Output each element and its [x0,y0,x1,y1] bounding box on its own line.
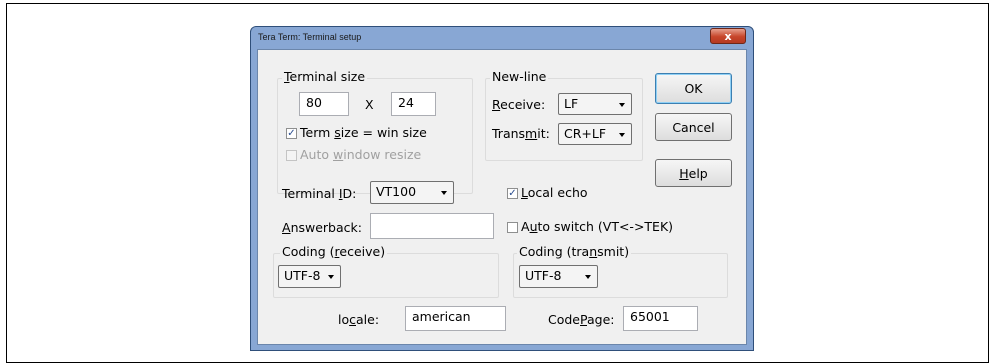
local-echo-checkbox[interactable]: ✓ [507,188,518,199]
dialog-body: Terminal size 80 X 24 ✓ Term size = win … [257,49,747,345]
transmit-select[interactable]: CR+LF [558,123,632,145]
auto-window-resize-checkbox[interactable] [286,150,297,161]
size-times-label: X [365,97,374,112]
chevron-down-icon [441,191,447,195]
locale-label: locale: [338,312,380,327]
help-button[interactable]: Help [655,159,732,187]
auto-switch-label[interactable]: Auto switch (VT<->TEK) [521,219,673,234]
codepage-input[interactable]: 65001 [623,306,698,331]
cancel-label: Cancel [672,119,715,135]
window-title: Tera Term: Terminal setup [258,32,362,42]
receive-label: Receive: [492,97,546,112]
terminal-id-label: Terminal ID: [282,186,357,201]
transmit-label: Transmit: [492,126,550,141]
coding-transmit-select[interactable]: UTF-8 [519,265,598,288]
terminal-setup-dialog: Tera Term: Terminal setup x Terminal siz… [250,26,754,351]
term-size-checkbox[interactable]: ✓ [286,128,297,139]
local-echo-label[interactable]: Local echo [521,185,588,200]
help-label: Help [679,165,708,181]
coding-receive-select[interactable]: UTF-8 [278,265,341,288]
cancel-button[interactable]: Cancel [655,113,732,141]
locale-input[interactable]: american [405,306,506,331]
chevron-down-icon [619,133,625,137]
newline-group [485,78,643,161]
close-button[interactable]: x [710,28,746,44]
chevron-down-icon [619,103,625,107]
ok-label: OK [684,81,703,96]
answerback-label: Answerback: [282,220,362,235]
coding-transmit-label: Coding (transmit) [517,244,632,259]
chevron-down-icon [585,275,591,279]
terminal-cols-input[interactable]: 80 [299,92,349,116]
codepage-label: CodePage: [548,312,615,327]
terminal-size-label: Terminal size [282,69,368,84]
auto-switch-checkbox[interactable] [507,222,518,233]
term-size-label[interactable]: Term size = win size [300,125,427,140]
terminal-rows-input[interactable]: 24 [391,92,436,116]
auto-window-resize-label[interactable]: Auto window resize [300,147,421,162]
receive-select[interactable]: LF [558,93,632,115]
close-icon: x [724,29,732,43]
title-bar[interactable]: Tera Term: Terminal setup x [251,27,753,49]
answerback-input[interactable] [370,213,494,239]
newline-label: New-line [490,69,549,84]
coding-receive-label: Coding (receive) [280,244,388,259]
ok-button[interactable]: OK [655,73,732,104]
chevron-down-icon [328,275,334,279]
terminal-id-select[interactable]: VT100 [370,181,454,204]
